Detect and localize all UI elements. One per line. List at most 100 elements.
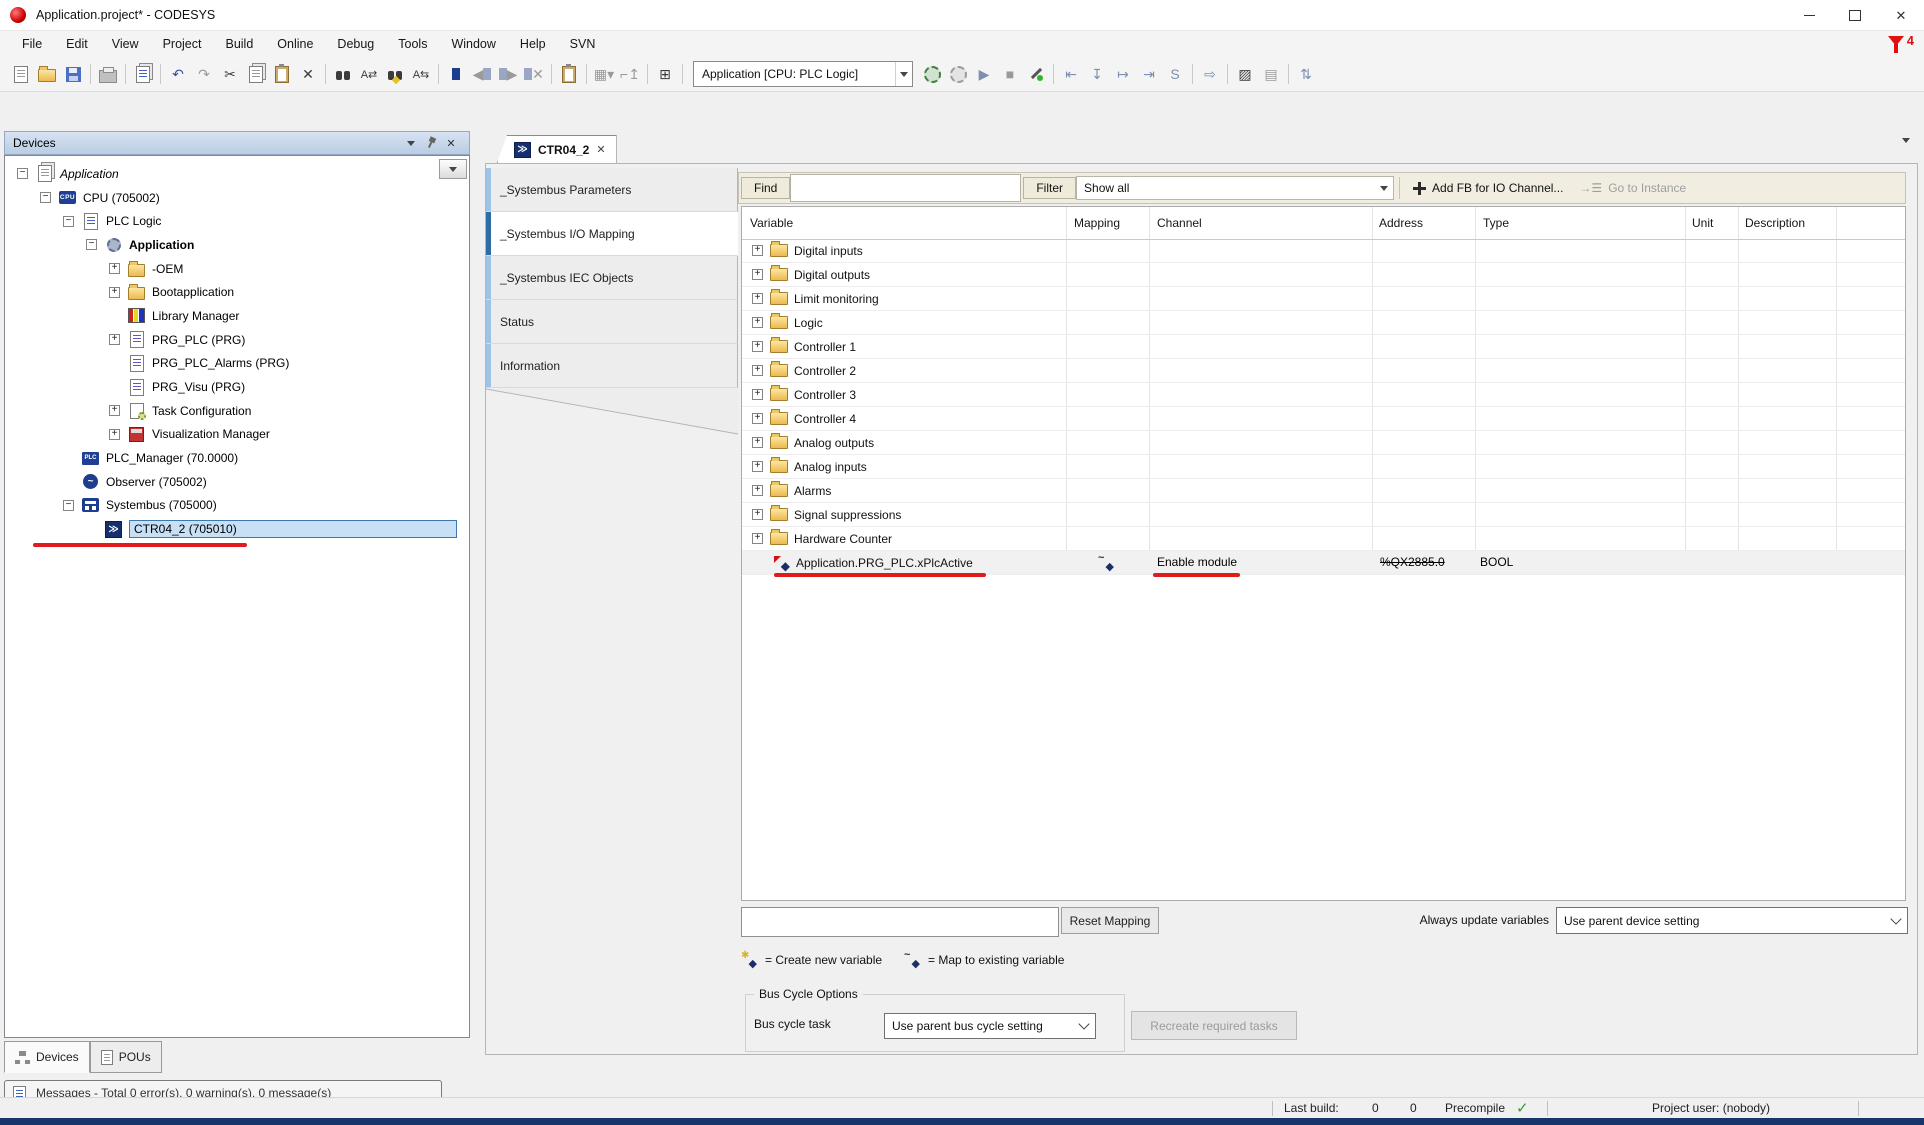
panel-close-icon[interactable]: ✕ [441,137,461,150]
tree-item-oem[interactable]: -OEM [5,257,463,281]
expand-icon[interactable] [752,485,763,496]
tree-item-prg-visu[interactable]: PRG_Visu (PRG) [5,375,463,399]
recreate-tasks-button[interactable]: Recreate required tasks [1131,1011,1297,1040]
find-instance-icon[interactable] [382,62,408,86]
pin-icon[interactable] [421,137,441,149]
tree-item-plc-logic[interactable]: PLC Logic [5,209,463,233]
table-row[interactable]: Controller 2 [742,359,1905,383]
sync-icon[interactable]: ⇅ [1293,62,1319,86]
expand-icon[interactable] [752,509,763,520]
tree-item-prg-plc-alarms[interactable]: PRG_PLC_Alarms (PRG) [5,352,463,376]
table-row[interactable]: Digital outputs [742,263,1905,287]
expand-icon[interactable] [752,245,763,256]
delete-icon[interactable]: ✕ [295,62,321,86]
expand-icon[interactable] [752,293,763,304]
paste-special-icon[interactable] [556,62,582,86]
tab-pous[interactable]: POUs [90,1041,162,1073]
tree-item-bootapplication[interactable]: Bootapplication [5,280,463,304]
table-row[interactable]: Analog inputs [742,455,1905,479]
bookmark-icon[interactable] [443,62,469,86]
tab-ctr04-2[interactable]: ≫ CTR04_2 ✕ [497,135,617,163]
grid-icon[interactable]: ▦▾ [591,62,617,86]
table-row[interactable]: Controller 1 [742,335,1905,359]
always-update-combo[interactable]: Use parent device setting [1556,907,1908,934]
cut-icon[interactable]: ✂ [217,62,243,86]
undo-icon[interactable]: ↶ [165,62,191,86]
print-icon[interactable] [95,62,121,86]
close-button[interactable]: ✕ [1878,0,1924,30]
replace-instance-icon[interactable]: A⇆ [408,62,434,86]
menu-help[interactable]: Help [508,31,558,57]
table-row[interactable]: Signal suppressions [742,503,1905,527]
minimize-button[interactable] [1786,0,1832,30]
menu-window[interactable]: Window [439,31,507,57]
tab-list-dropdown-icon[interactable] [1902,143,1910,157]
expand-icon[interactable] [109,405,120,416]
table-row[interactable]: Controller 3 [742,383,1905,407]
tab-close-icon[interactable]: ✕ [596,143,605,156]
menu-edit[interactable]: Edit [54,31,100,57]
unforce-values-icon[interactable]: ▤ [1258,62,1284,86]
device-table-icon[interactable]: ⊞ [652,62,678,86]
goto-instance-button[interactable]: →☰ Go to Instance [1571,175,1694,201]
expand-icon[interactable] [752,341,763,352]
step-out-icon[interactable]: ↦ [1110,62,1136,86]
column-header-variable[interactable]: Variable [750,207,793,239]
collapse-icon[interactable] [86,239,97,250]
tree-item-prg-plc[interactable]: PRG_PLC (PRG) [5,328,463,352]
replace-icon[interactable]: A⇄ [356,62,382,86]
bus-cycle-task-combo[interactable]: Use parent bus cycle setting [884,1013,1096,1039]
expand-icon[interactable] [109,429,120,440]
step-into-icon[interactable]: ↧ [1084,62,1110,86]
single-cycle-icon[interactable]: S [1162,62,1188,86]
tab-systembus-parameters[interactable]: _Systembus Parameters [486,168,738,212]
column-header-unit[interactable]: Unit [1692,207,1713,239]
tab-systembus-iec-objects[interactable]: _Systembus IEC Objects [486,256,738,300]
table-row[interactable]: Logic [742,311,1905,335]
build-icon[interactable] [919,62,945,86]
expand-icon[interactable] [109,287,120,298]
copy-icon[interactable] [243,62,269,86]
menu-view[interactable]: View [100,31,151,57]
expand-icon[interactable] [752,269,763,280]
run-to-cursor-icon[interactable]: ⇥ [1136,62,1162,86]
tree-item-application[interactable]: Application [5,233,463,257]
chevron-down-icon[interactable] [895,62,912,86]
tree-item-observer[interactable]: ~ Observer (705002) [5,470,463,494]
add-fb-button[interactable]: Add FB for IO Channel... [1405,175,1571,201]
menu-online[interactable]: Online [265,31,325,57]
flow-control-icon[interactable]: ⇨ [1197,62,1223,86]
menu-tools[interactable]: Tools [386,31,439,57]
table-row[interactable]: Limit monitoring [742,287,1905,311]
paste-icon[interactable] [269,62,295,86]
expand-icon[interactable] [752,365,763,376]
tree-item-project[interactable]: Application [5,162,463,186]
menu-project[interactable]: Project [151,31,214,57]
table-row-variable[interactable]: Application.PRG_PLC.xPlcActive [742,551,1905,575]
filter-combo[interactable]: Show all [1076,176,1394,200]
tree-item-cpu[interactable]: CPU CPU (705002) [5,186,463,210]
table-row[interactable]: Controller 4 [742,407,1905,431]
table-row[interactable]: Alarms [742,479,1905,503]
online-config-icon[interactable] [1023,62,1049,86]
expand-icon[interactable] [752,317,763,328]
chevron-down-icon[interactable] [1375,186,1393,191]
find-input[interactable] [790,174,1021,202]
collapse-icon[interactable] [40,192,51,203]
previous-bookmark-icon[interactable]: ◀ [469,62,495,86]
expand-icon[interactable] [752,437,763,448]
collapse-icon[interactable] [63,500,74,511]
find-icon[interactable] [330,62,356,86]
active-application-combo[interactable]: Application [CPU: PLC Logic] [693,61,913,87]
panel-menu-icon[interactable] [401,141,421,146]
collapse-icon[interactable] [17,168,28,179]
column-header-type[interactable]: Type [1483,207,1509,239]
copy-project-icon[interactable] [130,62,156,86]
export-icon[interactable]: ⌐↥ [617,62,643,86]
open-file-icon[interactable] [34,62,60,86]
expand-icon[interactable] [752,461,763,472]
tree-item-library-manager[interactable]: Library Manager [5,304,463,328]
stop-icon[interactable]: ■ [997,62,1023,86]
menu-build[interactable]: Build [213,31,265,57]
column-header-address[interactable]: Address [1379,207,1423,239]
